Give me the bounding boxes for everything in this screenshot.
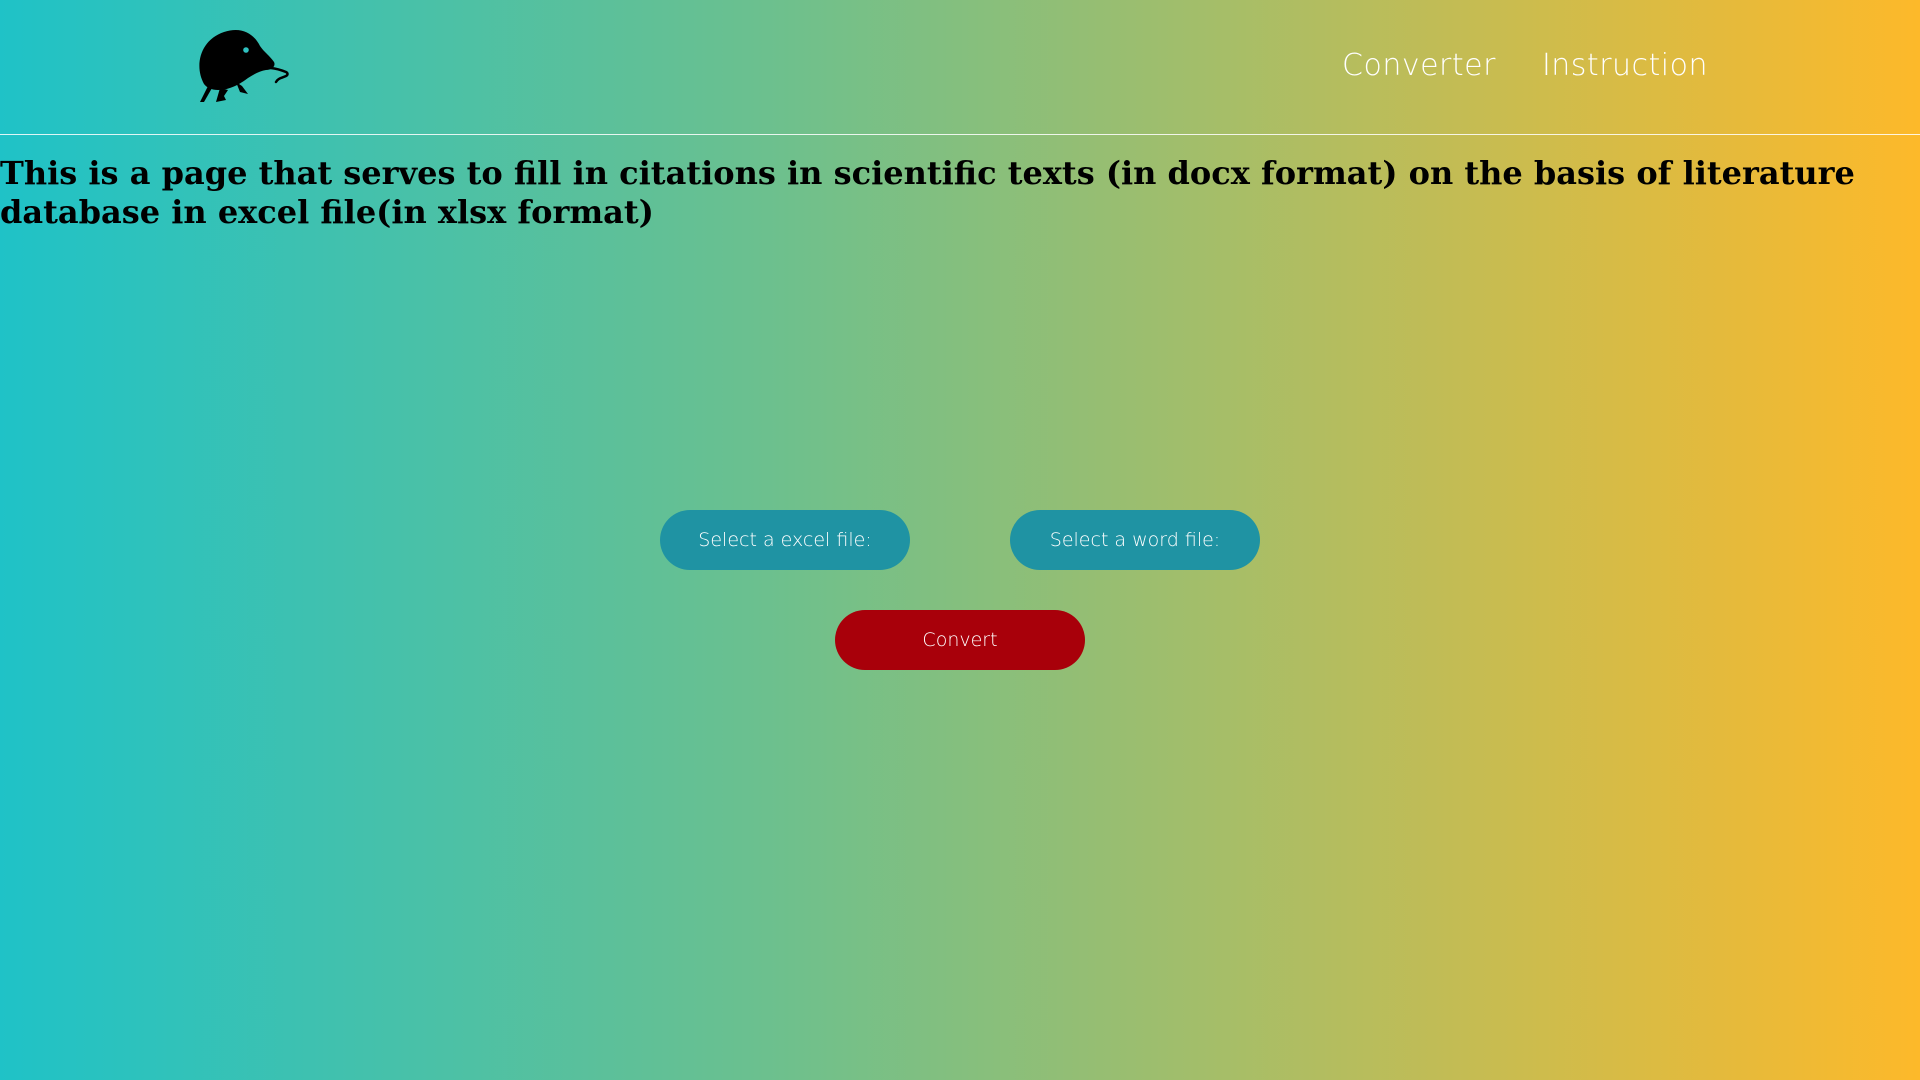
rodent-logo-icon[interactable] bbox=[190, 26, 290, 106]
page-description: This is a page that serves to fill in ci… bbox=[0, 154, 1855, 231]
nav-instruction[interactable]: Instruction bbox=[1542, 48, 1708, 83]
nav-converter[interactable]: Converter bbox=[1342, 48, 1496, 83]
main-nav: Converter Instruction bbox=[1342, 48, 1708, 83]
select-excel-file-button[interactable]: Select a excel file: bbox=[660, 510, 910, 570]
convert-button[interactable]: Convert bbox=[835, 610, 1085, 670]
top-header: Converter Instruction bbox=[0, 0, 1920, 135]
select-word-file-button[interactable]: Select a word file: bbox=[1010, 510, 1260, 570]
